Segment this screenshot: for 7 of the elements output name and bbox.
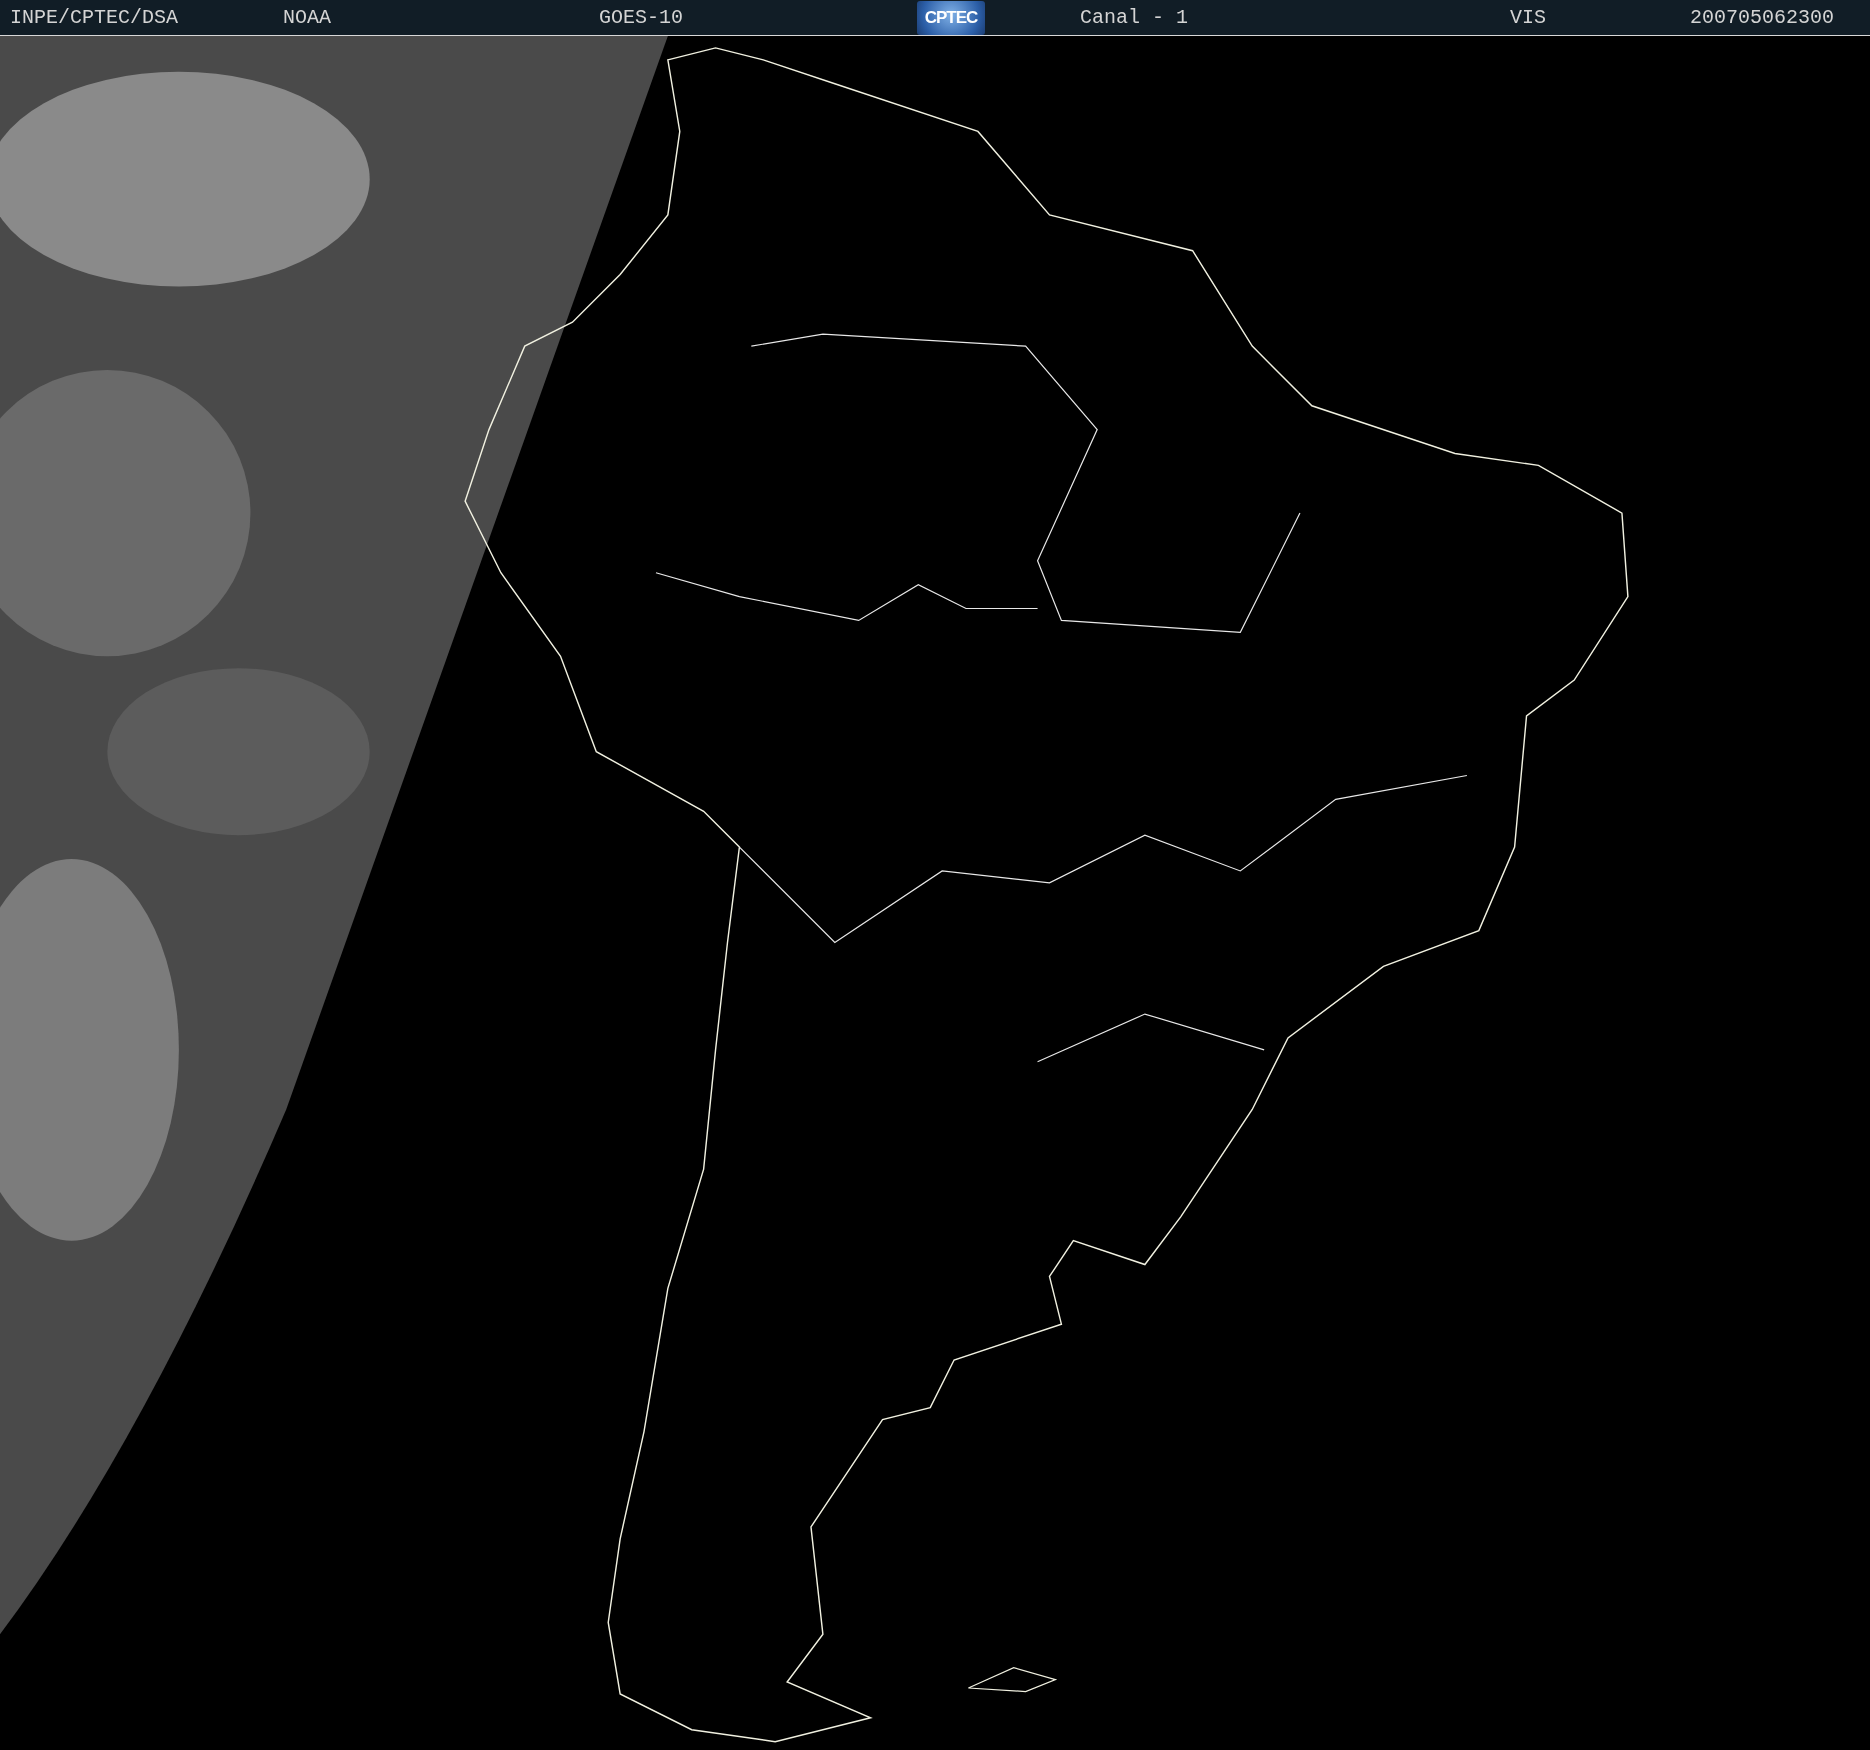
band-label: VIS bbox=[1510, 6, 1547, 29]
channel-label: Canal - 1 bbox=[1080, 6, 1190, 29]
logo: CPTEC bbox=[917, 0, 985, 35]
timestamp-label: 200705062300 bbox=[1690, 6, 1836, 29]
agency-label: NOAA bbox=[283, 6, 332, 29]
source-label: INPE/CPTEC/DSA bbox=[10, 6, 180, 29]
satellite-label: GOES-10 bbox=[599, 6, 684, 29]
